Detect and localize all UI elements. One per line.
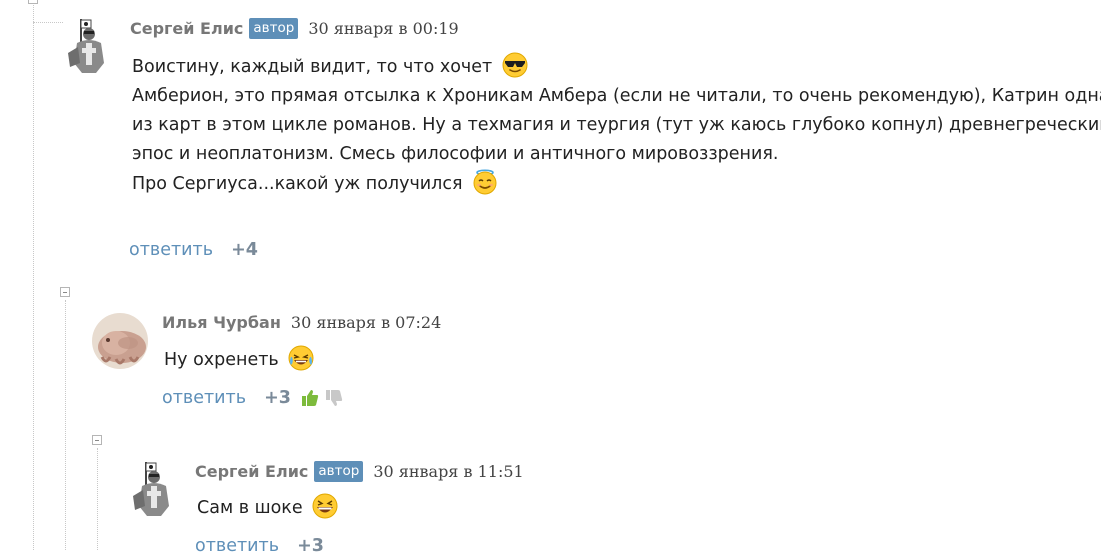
- tears-of-joy-emoji-icon: [288, 345, 314, 371]
- comment-body: Сам в шоке: [197, 493, 338, 523]
- halo-emoji-icon: [473, 169, 497, 195]
- comment-text: Сам в шоке: [197, 498, 303, 518]
- reply-link[interactable]: ответить: [162, 388, 246, 408]
- author-name[interactable]: Сергей Елис: [195, 462, 308, 481]
- avatar[interactable]: [60, 17, 116, 73]
- comment-line: Сам в шоке: [197, 493, 338, 523]
- comment-line: Про Сергиуса...какой уж получился: [132, 169, 1101, 199]
- comment-actions: ответить +3: [195, 536, 324, 556]
- author-name[interactable]: Илья Чурбан: [162, 313, 281, 332]
- tardigrade-avatar-image: [92, 313, 148, 369]
- comment-date[interactable]: 30 января в 11:51: [373, 462, 523, 481]
- collapse-minus-icon[interactable]: [28, 0, 38, 4]
- comment-line: эпос и неоплатонизм. Смесь философии и а…: [132, 144, 779, 164]
- comment-header: Сергей Елис автор 30 января в 00:19: [130, 18, 459, 39]
- sunglasses-emoji-icon: [502, 52, 528, 78]
- comment-body: Воистину, каждый видит, то что хочет Амб…: [132, 52, 1101, 199]
- thumb-down-icon[interactable]: [325, 389, 343, 407]
- comment-line: Воистину, каждый видит, то что хочет: [132, 52, 1101, 82]
- comment-header: Илья Чурбан 30 января в 07:24: [162, 313, 441, 332]
- reply-link[interactable]: ответить: [129, 240, 213, 260]
- comment-date[interactable]: 30 января в 07:24: [291, 313, 441, 332]
- author-badge: автор: [249, 18, 299, 39]
- thread-line: [97, 448, 98, 550]
- reply-link[interactable]: ответить: [195, 536, 279, 556]
- avatar[interactable]: [125, 460, 181, 516]
- comment-score: +4: [231, 240, 258, 260]
- comment-text: Ну охренеть: [164, 350, 279, 370]
- comment-actions: ответить +4: [129, 240, 258, 260]
- comment-line: из карт в этом цикле романов. Ну а техма…: [132, 115, 1101, 135]
- comment-body: Ну охренеть: [164, 345, 314, 375]
- thread-line: [65, 300, 66, 550]
- avatar[interactable]: [92, 313, 148, 369]
- knight-avatar-image: [133, 462, 169, 516]
- comment-line: Амберион, это прямая отсылка к Хроникам …: [132, 86, 1101, 106]
- thread-line: [33, 0, 34, 550]
- collapse-minus-icon[interactable]: [60, 287, 70, 297]
- comment-text: Воистину, каждый видит, то что хочет: [132, 57, 493, 77]
- comment-line: Ну охренеть: [164, 345, 314, 375]
- knight-avatar-image: [68, 19, 104, 73]
- comment-actions: ответить +3: [162, 388, 343, 408]
- author-name[interactable]: Сергей Елис: [130, 19, 243, 38]
- collapse-minus-icon[interactable]: [92, 435, 102, 445]
- comment-date[interactable]: 30 января в 00:19: [308, 19, 458, 38]
- comment-header: Сергей Елис автор 30 января в 11:51: [195, 461, 524, 482]
- comment-text: Про Сергиуса...какой уж получился: [132, 174, 463, 194]
- grinning-squinting-emoji-icon: [312, 493, 338, 519]
- thumb-up-icon[interactable]: [301, 389, 319, 407]
- thread-connector: [33, 22, 63, 23]
- comment-score: +3: [264, 388, 291, 408]
- comment-score: +3: [297, 536, 324, 556]
- author-badge: автор: [314, 461, 364, 482]
